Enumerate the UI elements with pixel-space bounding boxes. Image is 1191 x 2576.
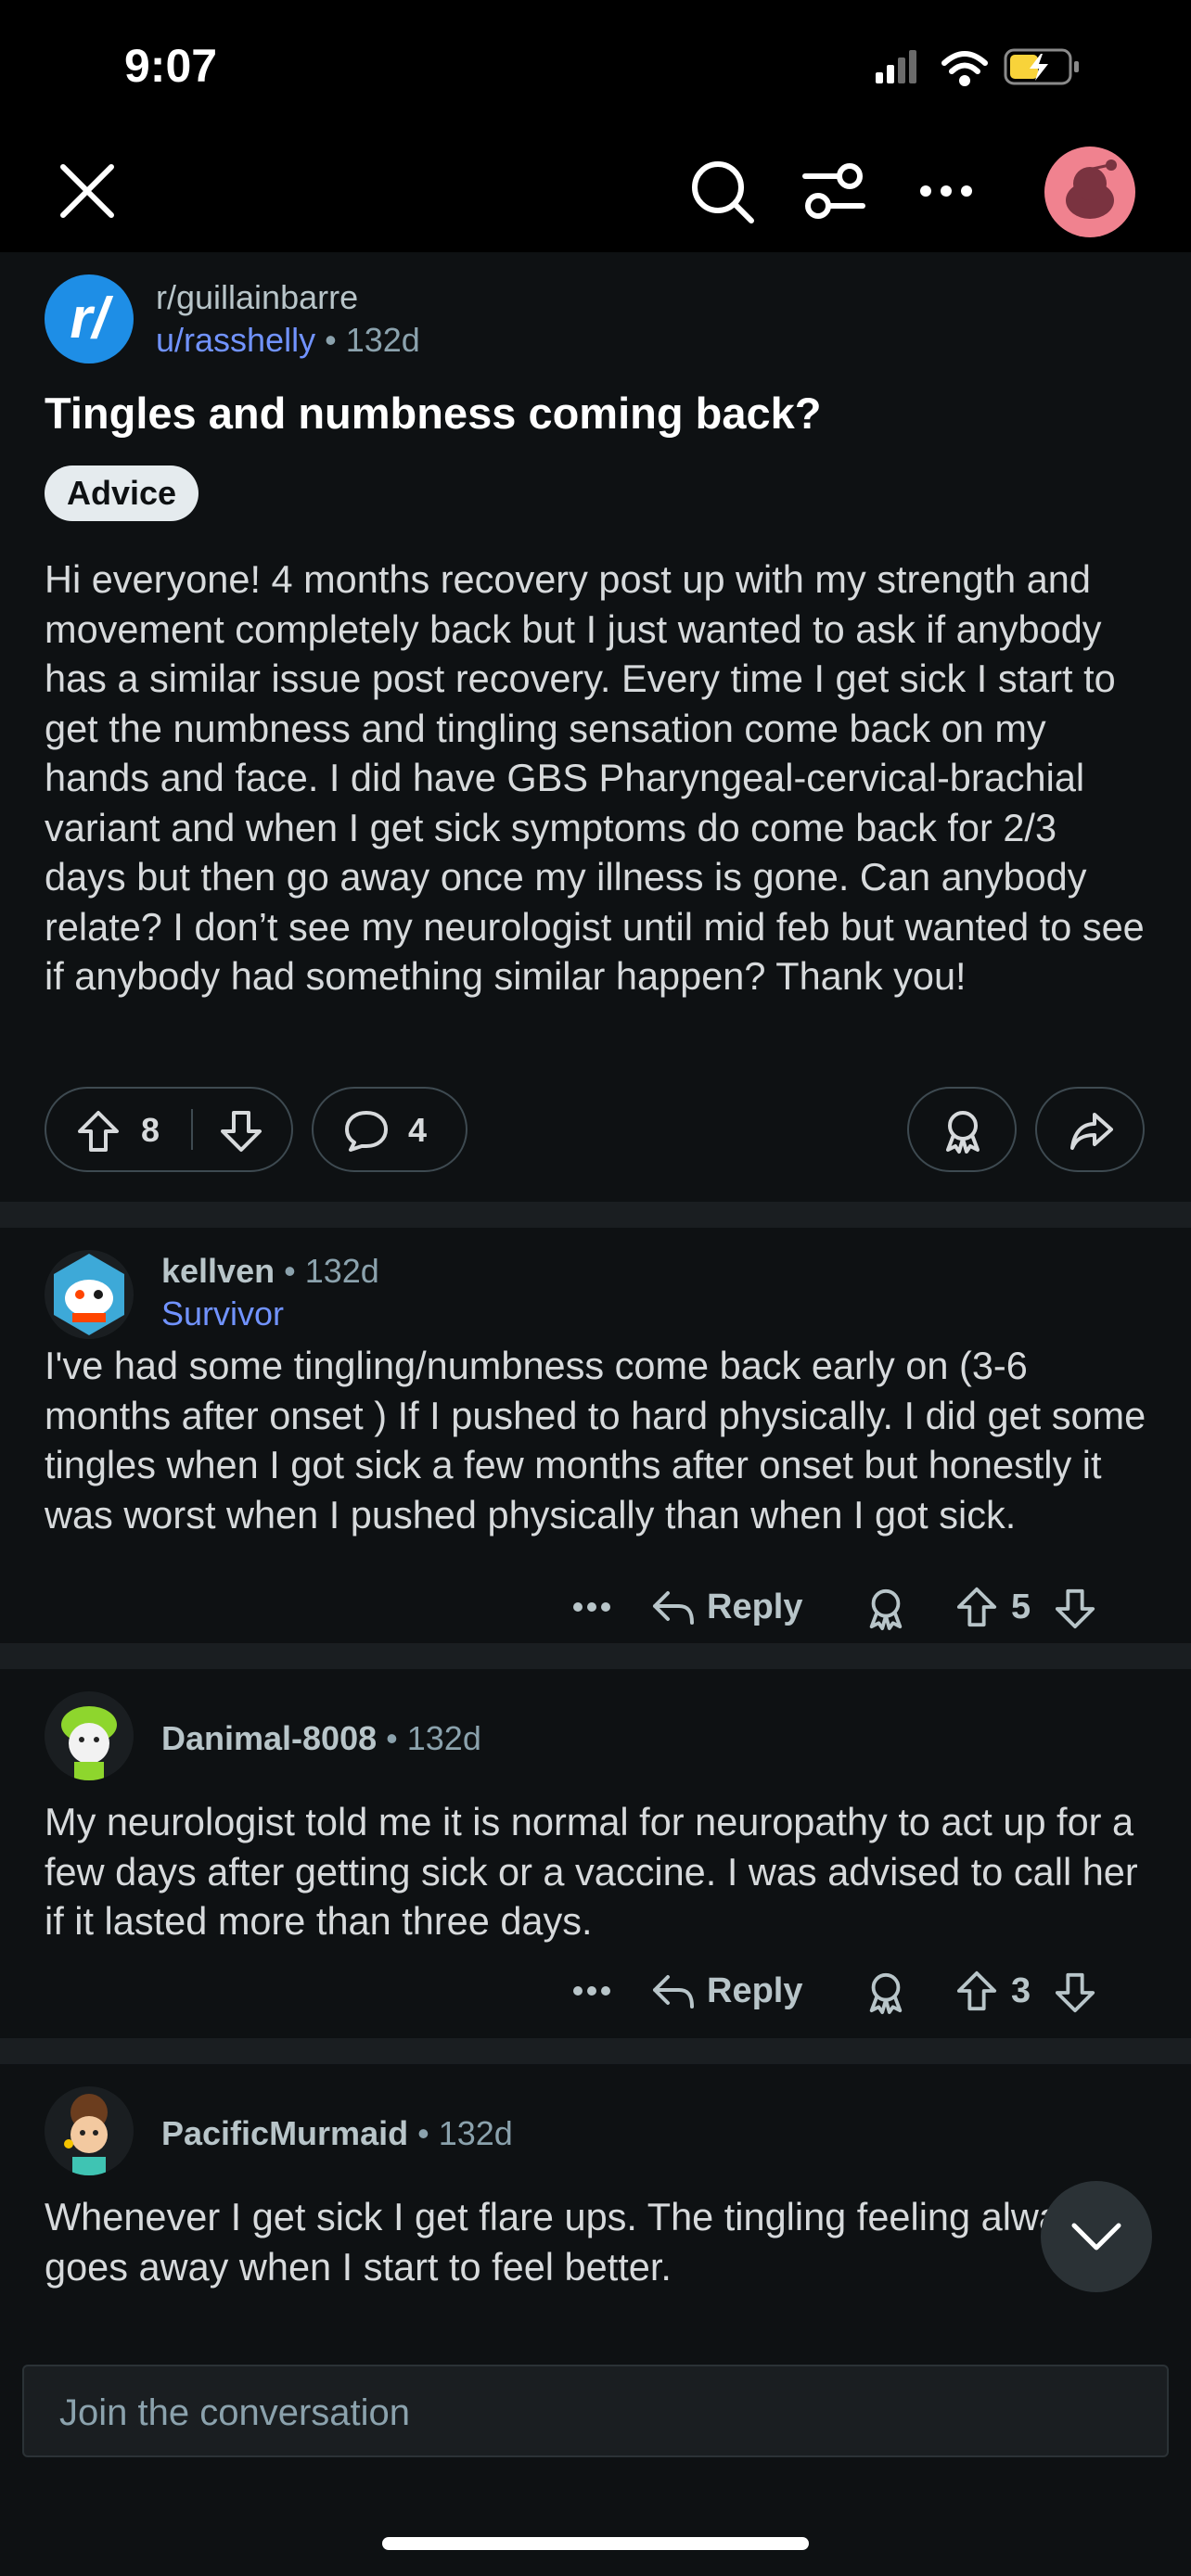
comment-author[interactable]: kellven xyxy=(161,1252,275,1290)
reply-icon[interactable] xyxy=(651,1588,696,1628)
comment-input[interactable]: Join the conversation xyxy=(22,2365,1169,2457)
comment-author-line: kellven • 132d xyxy=(161,1252,379,1291)
avatar-image xyxy=(64,2094,108,2175)
vote-divider xyxy=(191,1109,193,1150)
profile-avatar[interactable] xyxy=(1044,147,1135,237)
comment: Danimal-8008 • 132d My neurologist told … xyxy=(0,1669,1191,2038)
post-comment-count: 4 xyxy=(408,1111,428,1149)
avatar-image xyxy=(54,1254,124,1335)
home-indicator[interactable] xyxy=(382,2537,809,2550)
signal-icon xyxy=(876,50,916,83)
comment-avatar[interactable] xyxy=(45,1691,134,1780)
post-title: Tingles and numbness coming back? xyxy=(45,389,822,438)
upvote-icon[interactable] xyxy=(76,1109,121,1154)
comment-age-sep: • xyxy=(386,1719,407,1757)
more-icon[interactable] xyxy=(918,182,974,200)
status-time: 9:07 xyxy=(124,40,218,92)
subreddit-name[interactable]: r/guillainbarre xyxy=(156,278,358,317)
comments-button[interactable]: 4 xyxy=(312,1087,467,1172)
award-button[interactable] xyxy=(907,1087,1017,1172)
chevron-down-icon xyxy=(1071,2223,1121,2251)
next-comment-button[interactable] xyxy=(1041,2181,1152,2292)
award-icon[interactable] xyxy=(864,1970,907,2016)
status-bar: 9:07 xyxy=(0,0,1191,130)
status-icons xyxy=(876,48,1079,86)
comment-age-sep: • xyxy=(284,1252,305,1290)
post-flair[interactable]: Advice xyxy=(45,465,199,521)
meta-separator: • xyxy=(325,321,337,359)
comment-text: My neurologist told me it is normal for … xyxy=(45,1800,1138,1943)
battery-icon xyxy=(1004,48,1079,85)
reply-button[interactable]: Reply xyxy=(707,1971,802,2011)
share-button[interactable] xyxy=(1035,1087,1145,1172)
comment-text: Whenever I get sick I get flare ups. The… xyxy=(45,2195,1099,2289)
section-divider xyxy=(0,1202,1191,1228)
subreddit-icon[interactable]: r/ xyxy=(45,274,134,363)
downvote-icon[interactable] xyxy=(1054,1971,1096,2014)
top-bar xyxy=(0,130,1191,252)
comment-author-line: PacificMurmaid • 132d xyxy=(161,2114,513,2153)
wifi-icon xyxy=(941,51,988,86)
vote-pill: 8 xyxy=(45,1087,293,1172)
post: r/ r/guillainbarre u/rasshelly • 132d Ti… xyxy=(0,252,1191,1202)
comment-age: 132d xyxy=(406,1719,481,1757)
comment-author[interactable]: Danimal-8008 xyxy=(161,1719,377,1757)
comment-avatar[interactable] xyxy=(45,1250,134,1339)
downvote-icon[interactable] xyxy=(219,1109,263,1154)
more-icon[interactable] xyxy=(571,1600,612,1613)
award-icon[interactable] xyxy=(864,1586,907,1632)
post-meta: u/rasshelly • 132d xyxy=(156,321,420,360)
comment-actions: Reply 3 xyxy=(571,1964,1146,2020)
upvote-icon[interactable] xyxy=(955,1586,998,1628)
reply-icon[interactable] xyxy=(651,1971,696,2012)
post-author[interactable]: u/rasshelly xyxy=(156,321,315,359)
comment: kellven • 132d Survivor I've had some ti… xyxy=(0,1228,1191,1643)
comment-author[interactable]: PacificMurmaid xyxy=(161,2114,408,2152)
comment-flair: Survivor xyxy=(161,1294,285,1333)
comment-icon xyxy=(345,1111,388,1152)
comment-actions: Reply 5 xyxy=(571,1580,1146,1636)
section-divider xyxy=(0,1643,1191,1669)
comment-vote-count: 5 xyxy=(1011,1588,1031,1626)
post-age: 132d xyxy=(345,321,420,359)
comment-vote-count: 3 xyxy=(1011,1971,1031,2010)
share-icon xyxy=(1070,1113,1113,1150)
post-body: Hi everyone! 4 months recovery post up w… xyxy=(45,557,1145,998)
reply-button[interactable]: Reply xyxy=(707,1588,802,1627)
close-icon[interactable] xyxy=(59,163,115,219)
comment: PacificMurmaid • 132d Whenever I get sic… xyxy=(0,2064,1191,2305)
comment-avatar[interactable] xyxy=(45,2086,134,2175)
upvote-icon[interactable] xyxy=(955,1970,998,2012)
comment-age-sep: • xyxy=(417,2114,439,2152)
search-icon[interactable] xyxy=(690,159,755,224)
avatar-image xyxy=(61,1706,117,1780)
downvote-icon[interactable] xyxy=(1054,1588,1096,1630)
comment-age: 132d xyxy=(304,1252,379,1290)
post-vote-count: 8 xyxy=(141,1111,160,1149)
comment-text: I've had some tingling/numbness come bac… xyxy=(45,1344,1146,1537)
more-icon[interactable] xyxy=(571,1984,612,1997)
section-divider xyxy=(0,2038,1191,2064)
comment-age: 132d xyxy=(438,2114,513,2152)
comment-input-placeholder: Join the conversation xyxy=(59,2392,411,2433)
award-icon xyxy=(946,1111,980,1154)
comment-author-line: Danimal-8008 • 132d xyxy=(161,1719,481,1758)
post-detail: r/ r/guillainbarre u/rasshelly • 132d Ti… xyxy=(0,252,1191,2357)
sort-filter-icon[interactable] xyxy=(801,163,866,221)
